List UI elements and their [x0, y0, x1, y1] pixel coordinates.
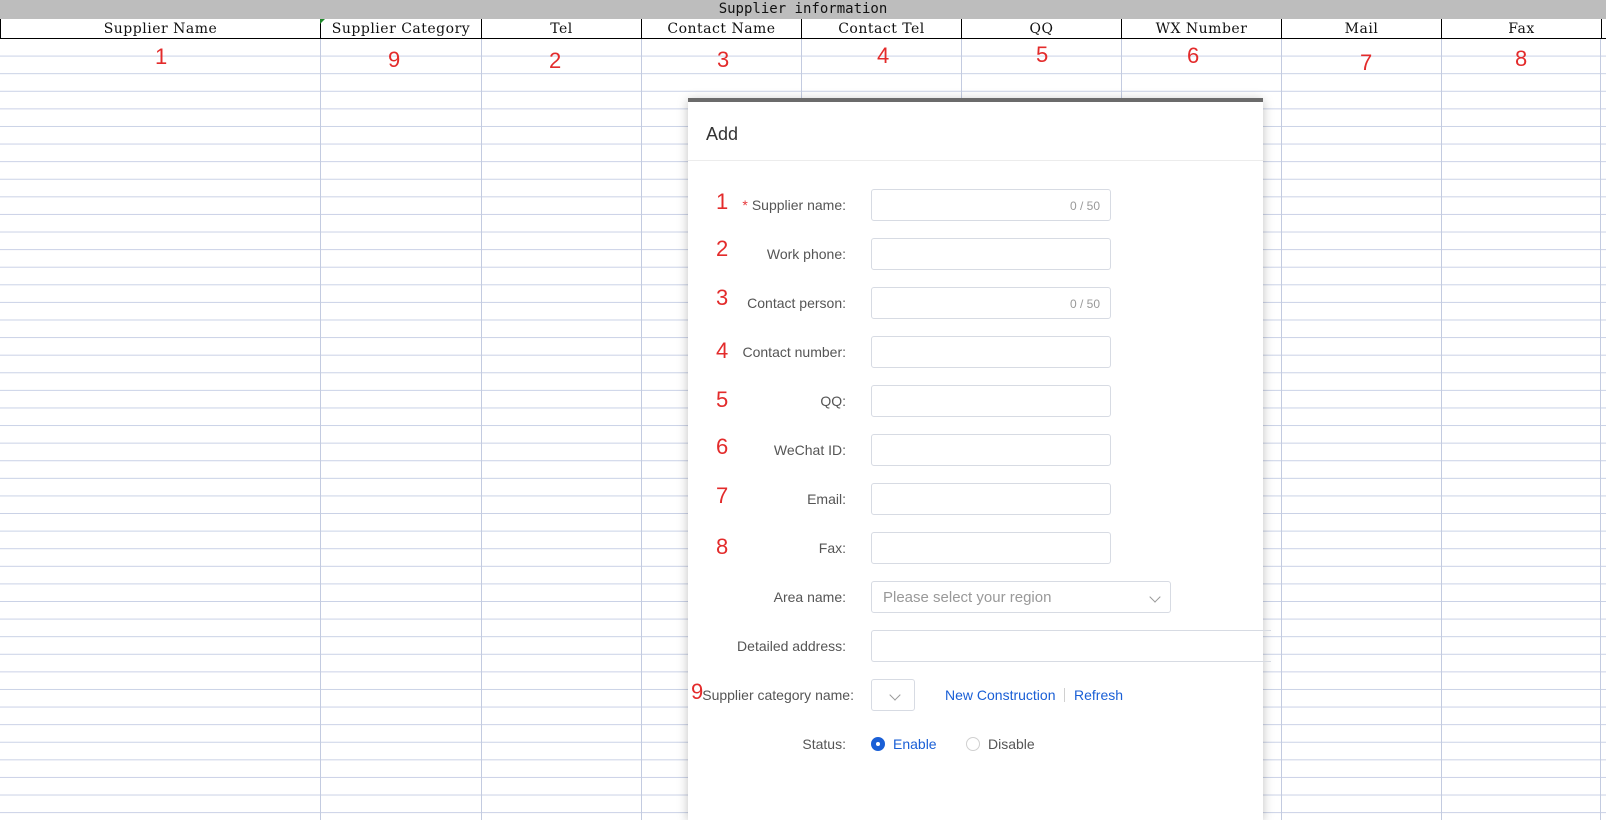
supplier-category-label: Supplier category name: [702, 687, 854, 703]
annotation-number: 5 [716, 387, 729, 412]
annotation-number: 5 [1036, 42, 1049, 67]
annotation-number: 9 [388, 47, 401, 72]
form-row-supplier-category: 9 Supplier category name: New Constructi… [688, 679, 1263, 711]
form-row-area-name: Area name: Please select your region [688, 581, 1263, 613]
contact-person-input[interactable]: 0 / 50 [871, 287, 1111, 319]
qq-label: QQ: [820, 393, 846, 409]
annotation-number: 6 [716, 434, 729, 459]
annotation-number: 8 [716, 534, 729, 559]
annotation-number: 7 [716, 483, 729, 508]
annotation-number: 2 [716, 236, 729, 261]
annotation-number: 2 [549, 48, 562, 73]
form-row-supplier-name: 1 * Supplier name: 0 / 50 [688, 189, 1263, 221]
detailed-address-label: Detailed address: [737, 638, 846, 654]
cell-comment-marker [320, 19, 325, 24]
supplier-name-input[interactable]: 0 / 50 [871, 189, 1111, 221]
header-tel[interactable]: Tel [482, 19, 642, 38]
annotation-number: 6 [1187, 43, 1200, 68]
header-row: Supplier Name Supplier Category Tel Cont… [0, 19, 1606, 39]
form-row-work-phone: 2 Work phone: [688, 236, 1263, 270]
work-phone-label: Work phone: [766, 246, 846, 262]
header-contact-name[interactable]: Contact Name [642, 19, 802, 38]
header-fax[interactable]: Fax [1442, 19, 1602, 38]
fax-input[interactable] [871, 532, 1111, 564]
form-row-fax: 8 Fax: [688, 532, 1263, 564]
disable-radio[interactable] [966, 737, 980, 751]
form-row-status: Status: Enable Disable [688, 728, 1263, 760]
annotation-number: 1 [716, 189, 729, 214]
header-wx-number[interactable]: WX Number [1122, 19, 1282, 38]
header-supplier-name[interactable]: Supplier Name [0, 19, 321, 38]
header-qq[interactable]: QQ [962, 19, 1122, 38]
region-placeholder: Please select your region [883, 589, 1052, 606]
char-counter: 0 / 50 [1069, 297, 1100, 311]
chevron-down-icon [1149, 591, 1161, 603]
supplier-name-label: * Supplier name: [742, 189, 846, 221]
link-divider [1064, 688, 1065, 702]
form-row-qq: 5 QQ: [688, 385, 1263, 417]
qq-input[interactable] [871, 385, 1111, 417]
form-row-contact-person: 3 Contact person: 0 / 50 [688, 285, 1263, 319]
disable-radio-label[interactable]: Disable [988, 728, 1035, 760]
form-row-contact-number: 4 Contact number: [688, 336, 1263, 368]
form-row-email: 7 Email: [688, 483, 1263, 515]
form-row-detailed-address: Detailed address: [688, 630, 1271, 662]
fax-label: Fax: [818, 540, 846, 556]
detailed-address-input[interactable] [871, 630, 1271, 662]
char-counter: 0 / 50 [1069, 199, 1100, 213]
new-construction-link[interactable]: New Construction [945, 679, 1056, 711]
status-label: Status: [802, 736, 846, 752]
enable-radio-label[interactable]: Enable [893, 728, 937, 760]
annotation-number: 1 [155, 44, 168, 69]
chevron-down-icon [889, 689, 901, 701]
region-select[interactable]: Please select your region [871, 581, 1171, 613]
work-phone-input[interactable] [871, 238, 1111, 270]
annotation-number: 4 [877, 43, 890, 68]
supplier-category-select[interactable] [871, 679, 915, 711]
annotation-number: 8 [1515, 46, 1528, 71]
required-mark: * [742, 197, 748, 213]
contact-number-input[interactable] [871, 336, 1111, 368]
contact-number-label: Contact number: [742, 344, 847, 360]
email-label: Email: [807, 491, 846, 507]
annotation-number: 3 [717, 47, 730, 72]
contact-person-label: Contact person: [747, 295, 846, 311]
column-divider [1441, 19, 1442, 820]
column-divider [1600, 19, 1601, 820]
annotation-number: 3 [716, 285, 729, 310]
column-divider [320, 19, 321, 820]
column-divider [1281, 19, 1282, 820]
header-mail[interactable]: Mail [1282, 19, 1442, 38]
form-row-wechat-id: 6 WeChat ID: [688, 434, 1263, 466]
column-divider [481, 19, 482, 820]
email-input[interactable] [871, 483, 1111, 515]
wechat-id-label: WeChat ID: [773, 442, 846, 458]
column-divider [641, 19, 642, 820]
wechat-id-input[interactable] [871, 434, 1111, 466]
label-text: Supplier name: [751, 197, 846, 213]
header-supplier-category[interactable]: Supplier Category [321, 19, 482, 38]
area-name-label: Area name: [773, 589, 846, 605]
refresh-link[interactable]: Refresh [1074, 679, 1123, 711]
annotation-number: 4 [716, 338, 729, 363]
header-contact-tel[interactable]: Contact Tel [802, 19, 962, 38]
add-supplier-dialog: Add 1 * Supplier name: 0 / 50 2 Work phon… [688, 98, 1271, 820]
divider [688, 160, 1263, 161]
dialog-title: Add [706, 124, 739, 144]
enable-radio[interactable] [871, 737, 885, 751]
sheet-title[interactable]: Supplier information [0, 0, 1606, 20]
annotation-number: 7 [1360, 50, 1373, 75]
